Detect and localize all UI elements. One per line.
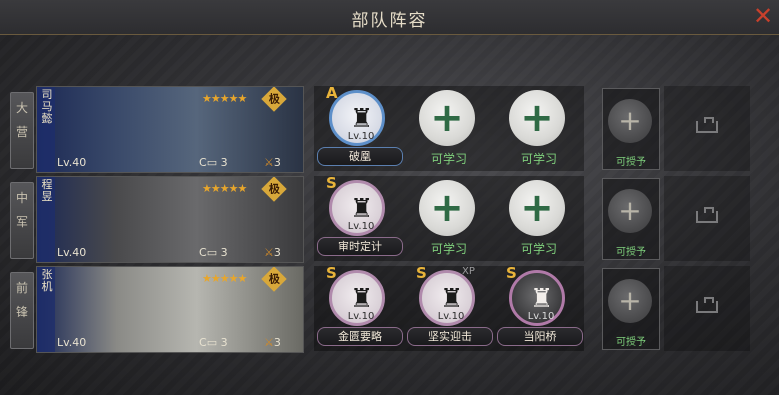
skill-slot[interactable]: ♜ Lv.10 S 审时定计 (314, 174, 404, 261)
skill-slot[interactable]: ♜ Lv.10 S 金匮要略 (314, 264, 404, 351)
position-char: 军 (15, 215, 28, 229)
skill-name: 坚实迎击 (407, 327, 493, 346)
rank-badge: 极 (261, 177, 287, 202)
general-level: Lv.40 (57, 246, 87, 259)
skill-slot[interactable]: + 可学习 (494, 86, 584, 171)
skill-level: Lv.10 (527, 311, 555, 322)
plus-icon: + (430, 95, 464, 141)
skill-icon[interactable]: ♜ Lv.10 (419, 270, 475, 326)
plus-icon: + (608, 99, 652, 143)
troop-count: ⚔3 (264, 246, 281, 259)
general-level: Lv.40 (57, 156, 87, 169)
general-portrait[interactable]: 司马懿 ★★★★★ 极 Lv.40 C▭ 3 ⚔3 (36, 86, 304, 173)
skill-grade: S (506, 264, 517, 282)
position-char: 中 (15, 191, 28, 205)
team-row: 大营司马懿 ★★★★★ 极 Lv.40 C▭ 3 ⚔3 ♜ Lv.10 A 破凰 + 可学习 + 可学习 +… (10, 84, 760, 173)
cost-value: C▭ 3 (199, 156, 228, 169)
skill-slot[interactable]: ♜ Lv.10 S 当阳桥 (494, 264, 584, 351)
skill-icon[interactable]: ♜ Lv.10 (329, 270, 385, 326)
skill-level: Lv.10 (347, 131, 375, 142)
add-skill-button[interactable]: + (509, 180, 565, 236)
grantable-label: 可授予 (616, 157, 646, 168)
sword-icon: ⚔ (264, 246, 274, 259)
empty-slot[interactable] (664, 176, 750, 261)
sword-icon: ⚔ (264, 336, 274, 349)
add-skill-button[interactable]: + (419, 90, 475, 146)
skill-level: Lv.10 (437, 311, 465, 322)
position-char: 锋 (15, 305, 28, 319)
star-rating: ★★★★★ (202, 272, 247, 285)
skill-level: Lv.10 (347, 221, 375, 232)
tray-icon (696, 117, 718, 133)
plus-icon: + (430, 185, 464, 231)
grantable-label: 可授予 (616, 337, 646, 348)
position-tag: 中军 (10, 182, 34, 259)
skill-grade: S (326, 174, 337, 192)
close-icon[interactable]: ✕ (749, 2, 777, 30)
learnable-label: 可学习 (520, 152, 557, 166)
plus-icon: + (608, 189, 652, 233)
general-name: 司马懿 (41, 88, 53, 125)
xp-label: XP (462, 266, 475, 277)
plus-icon: + (608, 279, 652, 323)
rank-badge: 极 (261, 87, 287, 112)
title-bar: 部队阵容 ✕ (0, 0, 779, 35)
star-rating: ★★★★★ (202, 92, 247, 105)
position-tag: 前锋 (10, 272, 34, 349)
general-portrait[interactable]: 程昱 ★★★★★ 极 Lv.40 C▭ 3 ⚔3 (36, 176, 304, 263)
cost-value: C▭ 3 (199, 336, 228, 349)
learnable-label: 可学习 (430, 242, 467, 256)
skill-grade: S (416, 264, 427, 282)
plus-icon: + (520, 95, 554, 141)
skill-slot[interactable]: + 可学习 (404, 86, 494, 171)
skill-slot[interactable]: + 可学习 (494, 176, 584, 261)
general-level: Lv.40 (57, 336, 87, 349)
skill-grade: S (326, 264, 337, 282)
position-char: 前 (15, 281, 28, 295)
troop-count: ⚔3 (264, 336, 281, 349)
general-portrait[interactable]: 张机 ★★★★★ 极 Lv.40 C▭ 3 ⚔3 (36, 266, 304, 353)
skill-name: 金匮要略 (317, 327, 403, 346)
grant-skill-slot[interactable]: + 可授予 (602, 178, 660, 260)
general-name: 张机 (41, 268, 53, 293)
skill-name: 当阳桥 (497, 327, 583, 346)
position-char: 大 (15, 101, 28, 115)
grantable-label: 可授予 (616, 247, 646, 258)
tray-icon (696, 297, 718, 313)
tray-icon (696, 207, 718, 223)
troop-count: ⚔3 (264, 156, 281, 169)
add-skill-button[interactable]: + (419, 180, 475, 236)
empty-slot[interactable] (664, 86, 750, 171)
team-row: 中军程昱 ★★★★★ 极 Lv.40 C▭ 3 ⚔3 ♜ Lv.10 S 审时定计 + 可学习 + 可学习… (10, 174, 760, 263)
rank-badge: 极 (261, 267, 287, 292)
learnable-label: 可学习 (430, 152, 467, 166)
skill-icon[interactable]: ♜ Lv.10 (509, 270, 565, 326)
grant-skill-slot[interactable]: + 可授予 (602, 268, 660, 350)
position-tag: 大营 (10, 92, 34, 169)
cost-value: C▭ 3 (199, 246, 228, 259)
skill-slot[interactable]: ♜ Lv.10 A 破凰 (314, 84, 404, 171)
general-name: 程昱 (41, 178, 53, 203)
skill-name: 审时定计 (317, 237, 403, 256)
skill-slot[interactable]: + 可学习 (404, 176, 494, 261)
position-char: 营 (15, 125, 28, 139)
sword-icon: ⚔ (264, 156, 274, 169)
skill-name: 破凰 (317, 147, 403, 166)
team-row: 前锋张机 ★★★★★ 极 Lv.40 C▭ 3 ⚔3 ♜ Lv.10 S 金匮要略 ♜ Lv.10 S X… (10, 264, 760, 353)
skill-level: Lv.10 (347, 311, 375, 322)
skill-grade: A (326, 84, 338, 102)
skill-slot[interactable]: ♜ Lv.10 S XP 坚实迎击 (404, 264, 494, 351)
empty-slot[interactable] (664, 266, 750, 351)
learnable-label: 可学习 (520, 242, 557, 256)
grant-skill-slot[interactable]: + 可授予 (602, 88, 660, 170)
plus-icon: + (520, 185, 554, 231)
page-title: 部队阵容 (351, 11, 428, 31)
skill-icon[interactable]: ♜ Lv.10 (329, 180, 385, 236)
add-skill-button[interactable]: + (509, 90, 565, 146)
star-rating: ★★★★★ (202, 182, 247, 195)
